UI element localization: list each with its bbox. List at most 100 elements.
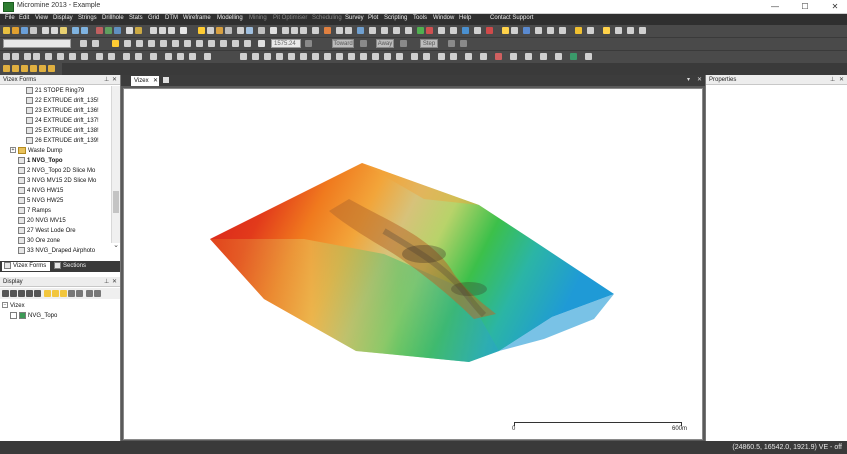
toward-button[interactable]: Toward — [332, 39, 354, 48]
target-icon[interactable] — [112, 40, 119, 47]
table-icon[interactable] — [511, 27, 518, 34]
text-tool-icon[interactable] — [57, 53, 64, 60]
save-icon[interactable] — [21, 27, 28, 34]
paste-icon[interactable] — [60, 27, 67, 34]
wireframe-icon[interactable] — [357, 27, 364, 34]
distribute-icon[interactable] — [136, 40, 143, 47]
minimize-button[interactable]: — — [766, 1, 784, 12]
delete-icon[interactable] — [381, 27, 388, 34]
tree-item[interactable]: 2 NVG_Topo 2D Slice Mo — [0, 166, 126, 176]
display-tool-icon[interactable] — [94, 290, 101, 297]
slice-icon[interactable] — [480, 53, 487, 60]
tree-scrollbar[interactable]: ⌄ — [111, 86, 120, 249]
clip-icon[interactable] — [258, 27, 265, 34]
step-settings-icon[interactable] — [448, 40, 455, 47]
stop-icon[interactable] — [486, 27, 493, 34]
contour-icon[interactable] — [312, 53, 319, 60]
menu-tools[interactable]: Tools — [413, 15, 427, 21]
lighting-icon[interactable] — [540, 53, 547, 60]
print-icon[interactable] — [30, 27, 37, 34]
flip-icon[interactable] — [148, 40, 155, 47]
box-select-icon[interactable] — [123, 53, 130, 60]
legend-icon[interactable] — [510, 53, 517, 60]
layer-select-field[interactable] — [3, 39, 71, 48]
line-icon[interactable] — [345, 27, 352, 34]
scroll-down-icon[interactable]: ⌄ — [112, 242, 120, 250]
dimension-icon[interactable] — [69, 53, 76, 60]
step-button[interactable]: Step — [420, 39, 438, 48]
attr-icon[interactable] — [450, 27, 457, 34]
chart-icon[interactable] — [523, 27, 530, 34]
form-icon[interactable] — [114, 27, 121, 34]
snap-icon[interactable] — [393, 27, 400, 34]
plot-icon[interactable] — [587, 27, 594, 34]
step-back-icon[interactable] — [305, 40, 312, 47]
key-icon[interactable] — [575, 27, 582, 34]
cut-icon[interactable] — [42, 27, 49, 34]
vertex-icon[interactable] — [12, 53, 19, 60]
cancel-icon[interactable] — [426, 27, 433, 34]
view-icon[interactable] — [270, 27, 277, 34]
find-icon[interactable] — [547, 27, 554, 34]
triangle-icon[interactable] — [240, 53, 247, 60]
pin-icon[interactable]: ⊥ — [830, 75, 835, 85]
copy-icon[interactable] — [51, 27, 58, 34]
polygon-icon[interactable] — [24, 53, 31, 60]
tab-vizex-forms[interactable]: Vizex Forms — [2, 262, 50, 271]
vizex-icon[interactable] — [96, 27, 103, 34]
menu-dtm[interactable]: DTM — [165, 15, 178, 21]
chamfer-icon[interactable] — [204, 53, 211, 60]
string-icon[interactable] — [324, 27, 331, 34]
reverse-icon[interactable] — [232, 40, 239, 47]
plan-view-icon[interactable] — [282, 27, 289, 34]
tree-item[interactable]: 33 NVG_Draped Airphoto — [0, 246, 126, 256]
volume-icon[interactable] — [300, 53, 307, 60]
pin-icon[interactable]: ⊥ — [104, 75, 109, 85]
filter-icon[interactable] — [474, 27, 481, 34]
fill-icon[interactable] — [423, 53, 430, 60]
menu-survey[interactable]: Survey — [345, 15, 364, 21]
close-icon[interactable]: ✕ — [839, 75, 844, 85]
point-icon[interactable] — [336, 27, 343, 34]
folder-icon[interactable] — [135, 27, 142, 34]
digitize-icon[interactable] — [3, 53, 10, 60]
menu-drillhole[interactable]: Drillhole — [102, 15, 124, 21]
smooth-icon[interactable] — [244, 40, 251, 47]
pick-icon[interactable] — [150, 53, 157, 60]
tree-item-selected[interactable]: 1 NVG_Topo — [0, 156, 126, 166]
grid-icon[interactable] — [126, 27, 133, 34]
project-icon[interactable] — [372, 53, 379, 60]
run-icon[interactable] — [12, 65, 19, 72]
menu-plot[interactable]: Plot — [368, 15, 378, 21]
light-icon[interactable] — [603, 27, 610, 34]
shell-icon[interactable] — [336, 53, 343, 60]
display-tool-icon[interactable] — [2, 290, 9, 297]
hand-icon[interactable] — [216, 27, 223, 34]
tab-vizex[interactable]: Vizex ✕ — [131, 76, 159, 86]
step-options-icon[interactable] — [400, 40, 407, 47]
annotate-icon[interactable] — [450, 53, 457, 60]
zoom-extents-icon[interactable] — [168, 27, 175, 34]
display-tool-icon[interactable] — [60, 290, 67, 297]
scroll-thumb[interactable] — [113, 191, 119, 213]
3d-canvas[interactable]: 0 600m — [123, 88, 703, 440]
circle-icon[interactable] — [45, 53, 52, 60]
fillet-icon[interactable] — [189, 53, 196, 60]
menu-display[interactable]: Display — [53, 15, 73, 21]
tree-item[interactable]: 30 Ore zone — [0, 236, 126, 246]
menu-contact-support[interactable]: Contact Support — [490, 15, 533, 21]
display-tool-icon[interactable] — [26, 290, 33, 297]
close-icon[interactable]: ✕ — [112, 75, 117, 85]
align-icon[interactable] — [124, 40, 131, 47]
close-icon[interactable]: ✕ — [153, 76, 158, 86]
camera-icon[interactable] — [615, 27, 622, 34]
step-reset-icon[interactable] — [460, 40, 467, 47]
menu-stats[interactable]: Stats — [129, 15, 143, 21]
tree-item[interactable]: 4 NVG HW15 — [0, 186, 126, 196]
3d-view-icon[interactable] — [312, 27, 319, 34]
close-window-button[interactable]: ✕ — [826, 1, 844, 12]
lasso-icon[interactable] — [135, 53, 142, 60]
surface-icon[interactable] — [252, 53, 259, 60]
intersect-icon[interactable] — [384, 53, 391, 60]
section-icon[interactable] — [246, 27, 253, 34]
